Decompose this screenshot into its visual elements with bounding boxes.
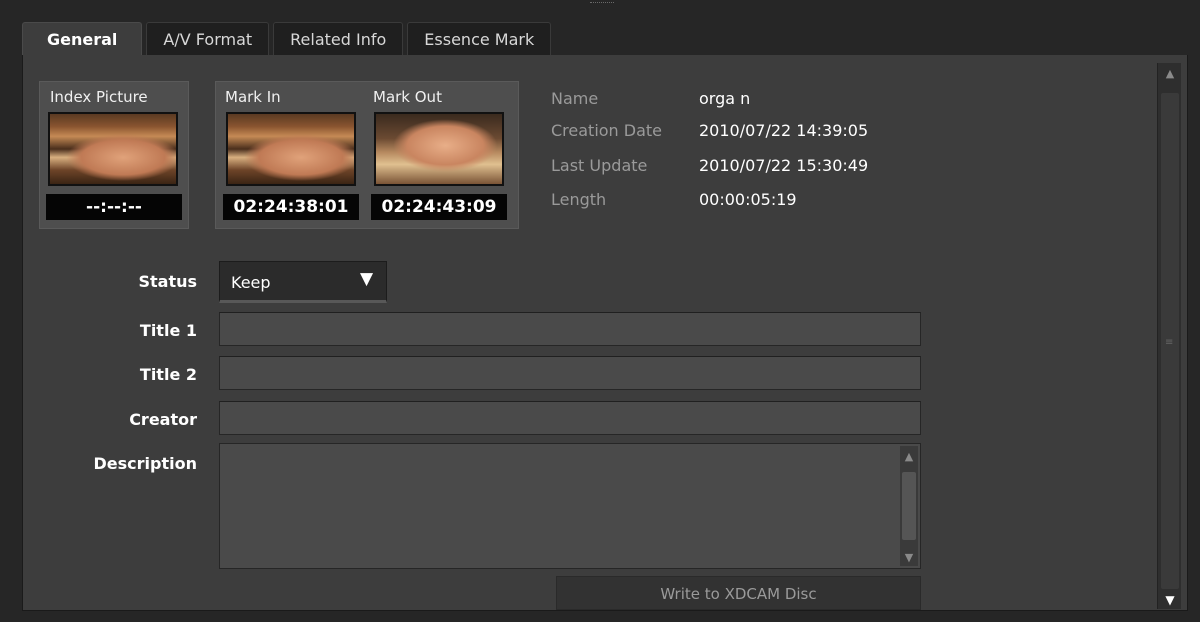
name-value: orga n (699, 89, 751, 108)
mark-out-thumbnail[interactable] (374, 112, 504, 186)
mark-in-label: Mark In (225, 88, 281, 106)
grip-icon: ≡ (1165, 337, 1174, 348)
title1-label: Title 1 (139, 321, 197, 340)
panel-scrollbar[interactable]: ▲ ≡ ▼ (1157, 63, 1181, 609)
index-picture-box: Index Picture --:--:-- (39, 81, 189, 229)
scroll-up-icon[interactable]: ▲ (1158, 67, 1182, 80)
length-label: Length (551, 190, 607, 209)
window-grip[interactable] (590, 2, 614, 6)
status-selected-value: Keep (231, 273, 271, 292)
scroll-down-icon[interactable]: ▼ (900, 551, 918, 564)
length-value: 00:00:05:19 (699, 190, 797, 209)
mark-out-label: Mark Out (373, 88, 442, 106)
mark-in-out-box: Mark In 02:24:38:01 Mark Out 02:24:43:09 (215, 81, 519, 229)
creator-field[interactable] (219, 401, 921, 435)
index-picture-timecode: --:--:-- (46, 194, 182, 220)
scroll-up-icon[interactable]: ▲ (900, 450, 918, 463)
description-scroll-thumb[interactable] (902, 472, 916, 540)
description-scrollbar[interactable]: ▲ ▼ (900, 446, 918, 566)
status-label: Status (138, 272, 197, 291)
tab-essence-mark[interactable]: Essence Mark (407, 22, 552, 55)
creation-date-label: Creation Date (551, 121, 663, 140)
last-update-label: Last Update (551, 156, 648, 175)
general-panel: Index Picture --:--:-- Mark In 02:24:38:… (22, 55, 1188, 611)
description-label: Description (93, 454, 197, 473)
mark-in-timecode: 02:24:38:01 (223, 194, 359, 220)
last-update-value: 2010/07/22 15:30:49 (699, 156, 869, 175)
status-dropdown[interactable]: Keep ▼ (219, 261, 387, 303)
scroll-down-icon[interactable]: ▼ (1158, 593, 1182, 607)
tab-av-format[interactable]: A/V Format (146, 22, 270, 55)
mark-in-thumbnail[interactable] (226, 112, 356, 186)
write-to-xdcam-disc-button[interactable]: Write to XDCAM Disc (556, 576, 921, 610)
tab-bar: General A/V Format Related Info Essence … (22, 22, 555, 55)
title2-field[interactable] (219, 356, 921, 390)
clip-properties-window: General A/V Format Related Info Essence … (0, 0, 1200, 622)
dropdown-arrow-icon: ▼ (360, 269, 374, 289)
name-label: Name (551, 89, 599, 108)
title1-field[interactable] (219, 312, 921, 346)
tab-general[interactable]: General (22, 22, 143, 55)
creation-date-value: 2010/07/22 14:39:05 (699, 121, 869, 140)
index-picture-thumbnail[interactable] (48, 112, 178, 186)
description-textarea[interactable]: ▲ ▼ (219, 443, 921, 569)
panel-scroll-thumb[interactable]: ≡ (1161, 93, 1179, 589)
tab-related-info[interactable]: Related Info (273, 22, 404, 55)
index-picture-label: Index Picture (50, 88, 148, 106)
creator-label: Creator (129, 410, 197, 429)
title2-label: Title 2 (139, 365, 197, 384)
mark-out-timecode: 02:24:43:09 (371, 194, 507, 220)
